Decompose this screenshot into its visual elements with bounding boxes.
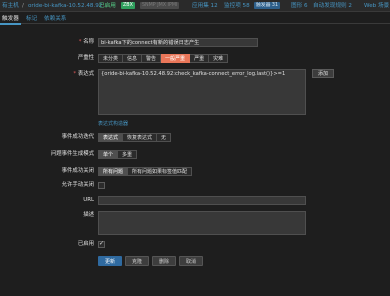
items-link[interactable]: 监控项 58: [224, 2, 250, 10]
ok-gen-none[interactable]: 无: [157, 133, 172, 142]
url-input[interactable]: [98, 196, 306, 205]
description-label: 描述: [83, 212, 94, 218]
breadcrumb-separator: /: [22, 3, 24, 9]
host-name-link[interactable]: oride-bi-kafka-10.52.48.92: [28, 2, 102, 10]
severity-high[interactable]: 严重: [190, 54, 210, 63]
problem-mode-single[interactable]: 单个: [98, 150, 119, 159]
tab-dependencies[interactable]: 依赖关系: [44, 15, 66, 23]
all-hosts-link[interactable]: 有主机: [2, 2, 19, 10]
severity-label: 严重性: [77, 55, 94, 61]
name-input[interactable]: bi-kafka下的connect有新的错误日志产生: [98, 38, 258, 47]
ok-event-generation-label: 事件成功迭代: [61, 134, 94, 140]
severity-information[interactable]: 信息: [123, 54, 143, 63]
update-button[interactable]: 更新: [98, 256, 123, 266]
severity-disaster[interactable]: 灾难: [209, 54, 229, 63]
name-label: * 名称: [78, 39, 94, 45]
description-textarea[interactable]: [98, 211, 306, 235]
add-expression-button[interactable]: 添加: [312, 69, 335, 78]
problem-mode-multiple[interactable]: 多重: [118, 150, 138, 159]
enabled-label: 已启用: [77, 241, 94, 247]
cancel-button[interactable]: 取消: [179, 256, 204, 266]
ok-gen-expression[interactable]: 表达式: [98, 133, 124, 142]
manual-close-checkbox[interactable]: [98, 182, 105, 189]
problem-mode-selector: 单个 多重: [98, 150, 138, 159]
ok-close-all-problems[interactable]: 所有问题: [98, 167, 129, 176]
tab-tags[interactable]: 标记: [26, 15, 37, 23]
severity-not-classified[interactable]: 未分类: [98, 54, 124, 63]
graphs-link[interactable]: 图形 6: [291, 2, 308, 10]
ok-close-tag-match[interactable]: 所有问题如果标签值匹配: [128, 167, 193, 176]
host-status: 已启用: [99, 3, 116, 9]
clone-button[interactable]: 克隆: [125, 256, 150, 266]
applications-link[interactable]: 应用集 12: [192, 2, 218, 10]
host-navigation-bar: 有主机 / oride-bi-kafka-10.52.48.92 已启用 ZBX…: [0, 0, 390, 12]
form-tabs: 触发器 标记 依赖关系: [0, 13, 390, 25]
snmp-jmx-ipmi-badges: SNMP JMX IPMI: [140, 2, 180, 9]
ok-event-closes-selector: 所有问题 所有问题如果标签值匹配: [98, 167, 193, 176]
severity-selector: 未分类 信息 警告 一般严重 严重 灾难: [98, 54, 229, 63]
severity-warning[interactable]: 警告: [142, 54, 162, 63]
ok-gen-recovery-expression[interactable]: 恢复表达式: [123, 133, 158, 142]
web-scenarios-link[interactable]: Web 场景: [364, 2, 389, 10]
tab-trigger[interactable]: 触发器: [0, 15, 21, 25]
expression-constructor-link[interactable]: 表达式构造器: [98, 120, 128, 127]
expression-textarea[interactable]: {oride-bi-kafka-10.52.48.92:check_kafka-…: [98, 69, 306, 115]
zbx-availability-badge: ZBX: [121, 2, 135, 9]
severity-average[interactable]: 一般严重: [161, 54, 191, 63]
triggers-link[interactable]: 触发器 31: [254, 2, 281, 9]
url-label: URL: [83, 197, 94, 203]
expression-label: * 表达式: [73, 71, 94, 77]
delete-button[interactable]: 删除: [152, 256, 177, 266]
form-buttons: 更新 克隆 删除 取消: [98, 256, 204, 266]
ok-event-closes-label: 事件成功关闭: [61, 168, 94, 174]
enabled-checkbox[interactable]: [98, 240, 105, 248]
manual-close-label: 允许手动关闭: [61, 182, 94, 188]
ok-event-generation-selector: 表达式 恢复表达式 无: [98, 133, 172, 142]
problem-mode-label: 问题事件生成模式: [50, 151, 94, 157]
discovery-rules-link[interactable]: 自动发现规则 2: [313, 2, 352, 10]
